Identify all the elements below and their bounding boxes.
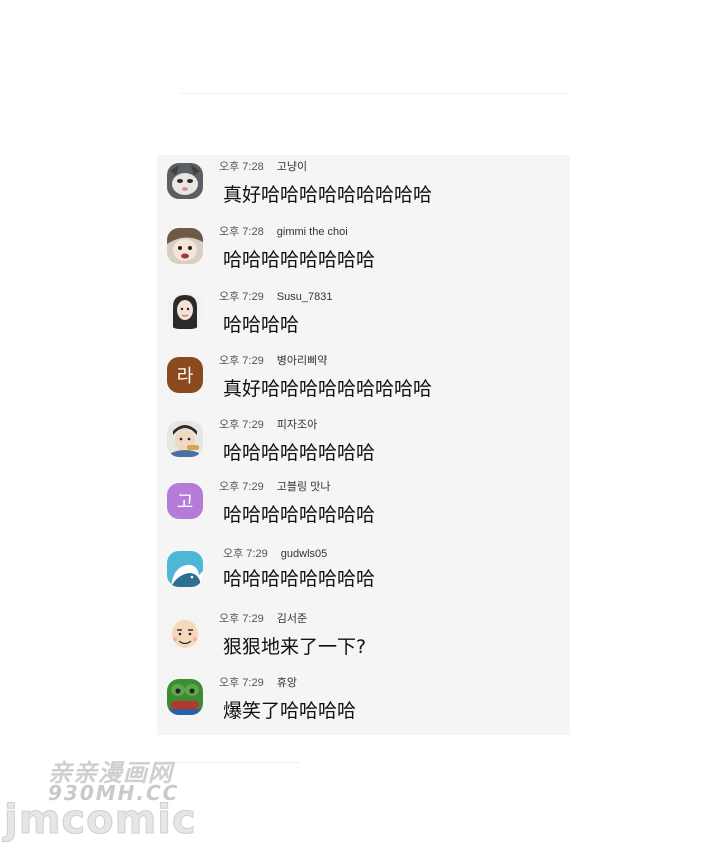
message-username[interactable]: 고블링 맛나 [277,481,331,493]
chat-message: 라 오후 7:29 병아리삐약 真好哈哈哈哈哈哈哈哈哈 [157,349,570,411]
message-text: 哈哈哈哈 [223,314,300,336]
chat-message: 오후 7:28 고냥이 真好哈哈哈哈哈哈哈哈哈 [157,155,570,217]
chat-message: 오후 7:29 김서준 狠狠地来了一下? [157,607,570,669]
chat-message: 오후 7:28 gimmi the choi 哈哈哈哈哈哈哈哈 [157,220,570,282]
chat-message: 오후 7:29 휴앙 爆笑了哈哈哈哈 [157,671,570,733]
message-meta: 오후 7:29 Susu_7831 [219,288,332,304]
top-divider [180,93,570,94]
message-username[interactable]: 김서준 [277,613,307,625]
chat-message: 오후 7:29 피자조아 哈哈哈哈哈哈哈哈 [157,413,570,475]
letter-avatar[interactable]: 고 [167,483,203,519]
message-meta: 오후 7:29 휴앙 [219,674,297,690]
chat-panel: 오후 7:28 고냥이 真好哈哈哈哈哈哈哈哈哈 오후 7:28 gimmi th… [157,155,570,735]
message-time: 오후 7:29 [219,613,264,625]
message-username[interactable]: 휴앙 [277,677,297,689]
message-username[interactable]: Susu_7831 [277,291,333,303]
message-meta: 오후 7:29 병아리삐약 [219,352,327,368]
message-time: 오후 7:29 [219,481,264,493]
message-meta: 오후 7:29 gudwls05 [223,545,327,561]
message-time: 오후 7:29 [219,291,264,303]
man-eating-icon[interactable] [167,421,203,457]
whale-icon[interactable] [167,551,203,587]
watermark-logo: jmcomic [4,797,197,844]
cartoon-face-icon[interactable] [167,228,203,264]
chat-message: 고 오후 7:29 고블링 맛나 哈哈哈哈哈哈哈哈 [157,475,570,537]
message-text: 狠狠地来了一下? [223,636,367,658]
frog-icon[interactable] [167,679,203,715]
message-username[interactable]: 고냥이 [277,161,307,173]
letter-avatar[interactable]: 라 [167,357,203,393]
message-text: 真好哈哈哈哈哈哈哈哈哈 [223,378,433,400]
girl-portrait-icon[interactable] [167,293,203,329]
message-meta: 오후 7:28 고냥이 [219,158,307,174]
chat-message: 오후 7:29 Susu_7831 哈哈哈哈 [157,285,570,347]
message-username[interactable]: gudwls05 [281,548,327,560]
message-meta: 오후 7:29 피자조아 [219,416,317,432]
message-time: 오후 7:28 [219,161,264,173]
cat-photo-icon[interactable] [167,163,203,199]
message-username[interactable]: 피자조아 [277,419,317,431]
message-text: 真好哈哈哈哈哈哈哈哈哈 [223,184,433,206]
message-text: 哈哈哈哈哈哈哈哈 [223,249,376,271]
avatar-letter: 고 [176,492,194,513]
avatar-letter: 라 [176,366,194,387]
chat-message: 오후 7:29 gudwls05 哈哈哈哈哈哈哈哈 [157,539,570,601]
bald-man-icon[interactable] [167,615,203,651]
message-time: 오후 7:28 [219,226,264,238]
message-meta: 오후 7:29 김서준 [219,610,307,626]
message-username[interactable]: 병아리삐약 [277,355,328,367]
message-text: 哈哈哈哈哈哈哈哈 [223,568,376,590]
message-meta: 오후 7:28 gimmi the choi [219,223,348,239]
message-text: 哈哈哈哈哈哈哈哈 [223,504,376,526]
message-text: 哈哈哈哈哈哈哈哈 [223,442,376,464]
message-text: 爆笑了哈哈哈哈 [223,700,357,722]
bottom-divider [160,762,300,763]
message-meta: 오후 7:29 고블링 맛나 [219,478,330,494]
message-time: 오후 7:29 [219,677,264,689]
message-time: 오후 7:29 [223,548,268,560]
message-time: 오후 7:29 [219,419,264,431]
message-time: 오후 7:29 [219,355,264,367]
message-username[interactable]: gimmi the choi [277,226,348,238]
